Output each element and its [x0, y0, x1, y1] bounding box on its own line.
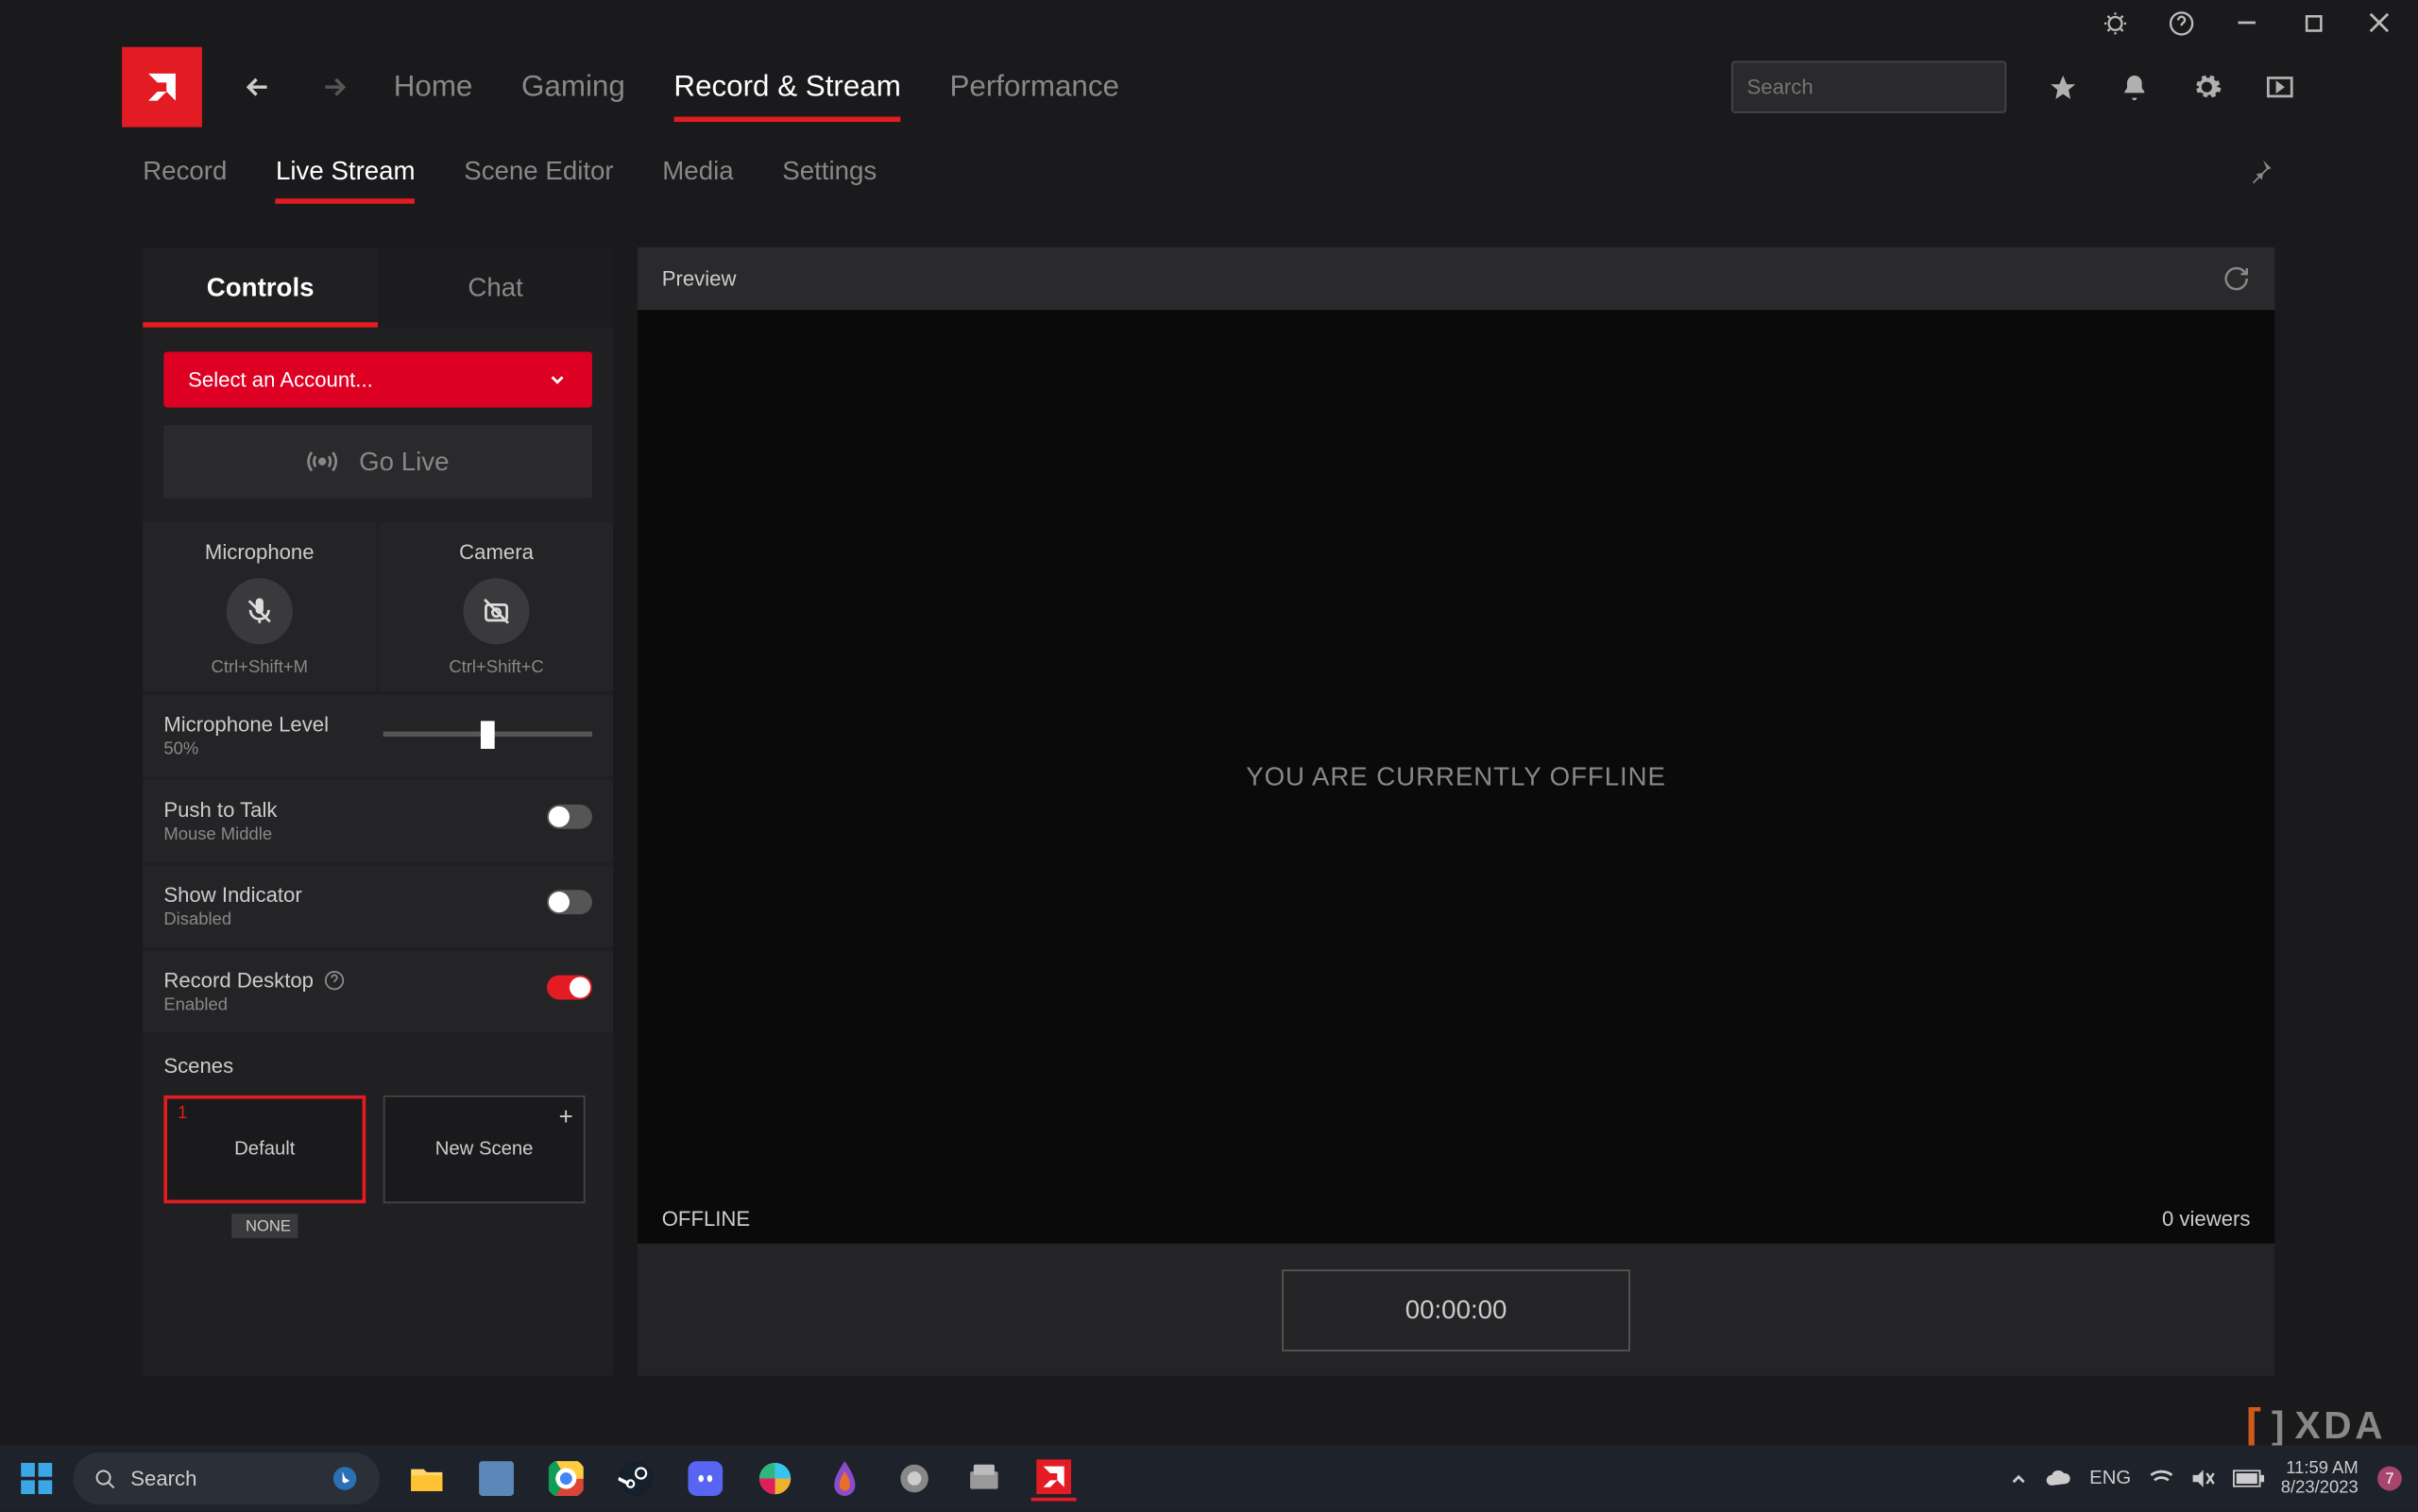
microphone-toggle[interactable]: [227, 578, 293, 644]
stream-status: OFFLINE: [662, 1207, 750, 1232]
tray-volume-icon[interactable]: [2190, 1468, 2215, 1488]
camera-label: Camera: [459, 540, 534, 565]
record-desktop-sub: Enabled: [163, 996, 547, 1015]
scene-name: New Scene: [435, 1139, 534, 1160]
push-to-talk-row: Push to Talk Mouse Middle: [143, 780, 613, 862]
subnav-scene-editor[interactable]: Scene Editor: [464, 139, 613, 203]
go-live-button[interactable]: Go Live: [163, 425, 592, 498]
refresh-icon[interactable]: [2222, 264, 2251, 293]
help-icon[interactable]: [2167, 8, 2195, 37]
taskbar-steam[interactable]: [613, 1456, 658, 1502]
taskbar-app-8[interactable]: [892, 1456, 937, 1502]
nav-record-stream[interactable]: Record & Stream: [673, 45, 900, 129]
push-to-talk-label: Push to Talk: [163, 798, 547, 823]
account-select[interactable]: Select an Account...: [163, 351, 592, 407]
pin-icon[interactable]: [2247, 157, 2275, 185]
start-button[interactable]: [14, 1456, 60, 1502]
taskbar-app-7[interactable]: [822, 1456, 867, 1502]
taskbar-explorer[interactable]: [404, 1456, 450, 1502]
chevron-down-icon: [547, 369, 568, 390]
bookmark-icon[interactable]: [2049, 73, 2078, 102]
search-icon: [94, 1468, 117, 1490]
preview-header: Preview: [662, 266, 737, 291]
record-desktop-label: Record Desktop: [163, 968, 547, 993]
show-indicator-row: Show Indicator Disabled: [143, 865, 613, 947]
camera-hotkey: Ctrl+Shift+C: [449, 658, 543, 677]
nav-performance[interactable]: Performance: [949, 45, 1118, 129]
tray-battery-icon[interactable]: [2232, 1470, 2263, 1487]
nav-back-icon[interactable]: [237, 72, 279, 103]
subnav-settings[interactable]: Settings: [782, 139, 877, 203]
show-indicator-sub: Disabled: [163, 910, 547, 929]
record-desktop-toggle[interactable]: [547, 976, 592, 1000]
broadcast-icon: [307, 446, 338, 477]
overlay-icon[interactable]: [2264, 72, 2295, 103]
amd-logo[interactable]: [122, 47, 202, 127]
bug-icon[interactable]: [2101, 8, 2129, 37]
taskbar-app-2[interactable]: [474, 1456, 519, 1502]
svg-text:7: 7: [2385, 1470, 2393, 1487]
offline-message: YOU ARE CURRENTLY OFFLINE: [1246, 762, 1666, 791]
camera-device: Camera Ctrl+Shift+C: [380, 522, 613, 691]
taskbar-app-9[interactable]: [962, 1456, 1007, 1502]
maximize-icon[interactable]: [2299, 8, 2327, 37]
bing-icon: [331, 1465, 359, 1493]
taskbar: Search ENG 11:59 AM 8/23/2023: [0, 1446, 2417, 1512]
nav-gaming[interactable]: Gaming: [521, 45, 625, 129]
plus-icon: +: [559, 1102, 573, 1130]
bell-icon[interactable]: [2120, 73, 2149, 102]
scene-name: Default: [234, 1139, 295, 1160]
minimize-icon[interactable]: [2233, 8, 2261, 37]
close-icon[interactable]: [2365, 8, 2393, 37]
gear-icon[interactable]: [2191, 72, 2222, 103]
subnav-media[interactable]: Media: [662, 139, 733, 203]
tab-controls[interactable]: Controls: [143, 247, 378, 328]
taskbar-search-placeholder: Search: [130, 1467, 196, 1491]
search-input[interactable]: [1731, 61, 2006, 113]
taskbar-discord[interactable]: [683, 1456, 728, 1502]
tray-clock[interactable]: 11:59 AM 8/23/2023: [2281, 1459, 2358, 1498]
scene-new[interactable]: + New Scene: [383, 1096, 586, 1203]
stream-timer: 00:00:00: [1282, 1268, 1631, 1351]
taskbar-search[interactable]: Search: [73, 1453, 380, 1504]
help-icon[interactable]: [324, 970, 345, 991]
camera-toggle[interactable]: [464, 578, 530, 644]
account-select-label: Select an Account...: [188, 367, 373, 392]
preview-area: Preview YOU ARE CURRENTLY OFFLINE OFFLIN…: [638, 247, 2274, 1376]
tab-chat[interactable]: Chat: [378, 247, 613, 328]
scenes-section: Scenes 1 Default NONE + New Scene: [143, 1036, 613, 1255]
viewer-count: 0 viewers: [2162, 1207, 2250, 1232]
show-indicator-toggle[interactable]: [547, 890, 592, 914]
microphone-label: Microphone: [205, 540, 315, 565]
microphone-device: Microphone Ctrl+Shift+M: [143, 522, 376, 691]
scene-number: 1: [178, 1104, 187, 1123]
push-to-talk-toggle[interactable]: [547, 805, 592, 829]
scene-default[interactable]: 1 Default: [163, 1096, 366, 1203]
tray-notifications-icon[interactable]: 7: [2375, 1465, 2404, 1493]
xda-watermark: []XDA: [2246, 1399, 2386, 1453]
go-live-label: Go Live: [359, 447, 449, 476]
nav-forward-icon[interactable]: [314, 72, 355, 103]
record-desktop-row: Record Desktop Enabled: [143, 951, 613, 1033]
scenes-label: Scenes: [163, 1054, 592, 1079]
mic-level-row: Microphone Level 50%: [143, 695, 613, 777]
tray-chevron-icon[interactable]: [2009, 1470, 2026, 1487]
tray-onedrive-icon[interactable]: [2044, 1468, 2072, 1488]
taskbar-chrome[interactable]: [543, 1456, 588, 1502]
controls-sidebar: Controls Chat Select an Account... Go Li…: [143, 247, 613, 1376]
taskbar-app-6[interactable]: [753, 1456, 798, 1502]
microphone-hotkey: Ctrl+Shift+M: [211, 658, 307, 677]
tray-wifi-icon[interactable]: [2149, 1468, 2173, 1488]
scene-tag: NONE: [231, 1214, 298, 1238]
mic-level-slider[interactable]: [383, 720, 592, 748]
push-to-talk-sub: Mouse Middle: [163, 825, 547, 844]
taskbar-amd[interactable]: [1031, 1456, 1077, 1502]
tray-language[interactable]: ENG: [2089, 1468, 2131, 1488]
show-indicator-label: Show Indicator: [163, 883, 547, 908]
subnav-record[interactable]: Record: [143, 139, 227, 203]
nav-home[interactable]: Home: [394, 45, 473, 129]
subnav-live-stream[interactable]: Live Stream: [276, 139, 416, 203]
